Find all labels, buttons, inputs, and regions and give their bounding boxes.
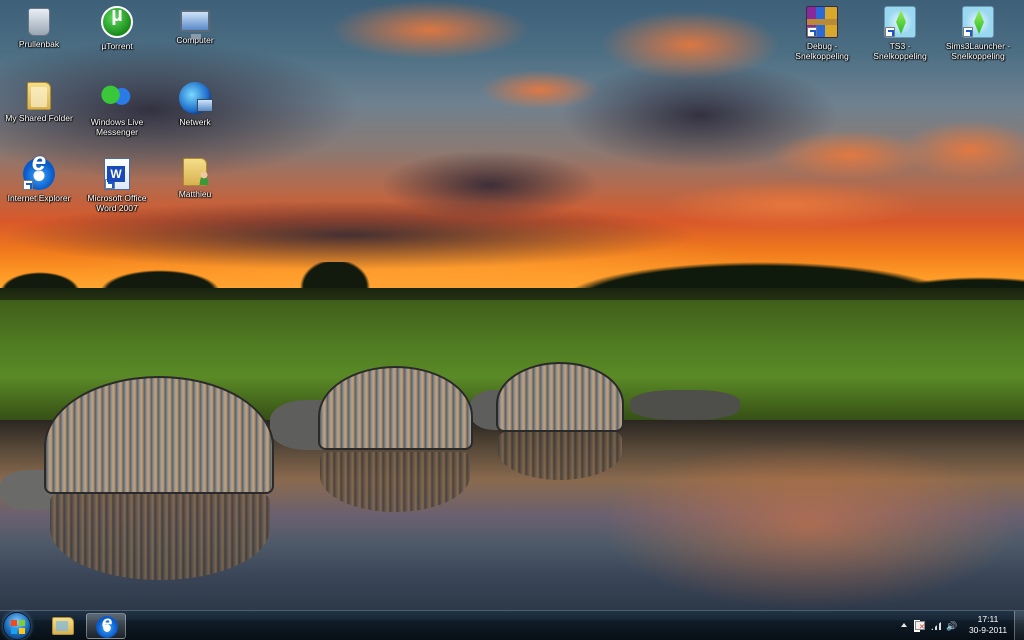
desktop-icon-label: Microsoft Office Word 2007 (87, 193, 147, 213)
desktop-icon-label: µTorrent (101, 41, 133, 51)
taskbar-button-windows-explorer[interactable] (42, 613, 82, 639)
sims-icon (962, 6, 994, 38)
show-desktop-button[interactable] (1014, 611, 1024, 640)
desktop-icon-matthieu[interactable]: Matthieu (157, 158, 233, 199)
clock-time: 17:11 (977, 614, 999, 624)
sims-icon (884, 6, 916, 38)
desktop-icon-label: Windows Live Messenger (90, 117, 144, 137)
desktop-icon-internet-explorer[interactable]: Internet Explorer (1, 156, 77, 203)
desktop-icon-ts3-shortcut[interactable]: TS3 - Snelkoppeling (862, 6, 938, 61)
desktop-icon-label: Sims3Launcher - Snelkoppeling (945, 41, 1011, 61)
winrar-icon (806, 6, 838, 38)
desktop-icon-label: Matthieu (178, 189, 212, 199)
shortcut-arrow-icon (105, 179, 115, 189)
taskbar: 17:11 30-9-2011 (0, 610, 1024, 640)
folder-icon (27, 82, 51, 110)
desktop-icon-my-shared-folder[interactable]: My Shared Folder (1, 82, 77, 123)
desktop-icon-label: Prullenbak (18, 39, 60, 49)
utorrent-icon (101, 6, 133, 38)
user-folder-icon (183, 158, 210, 186)
desktop-icon-utorrent[interactable]: µTorrent (79, 6, 155, 51)
taskbar-button-internet-explorer[interactable] (86, 613, 126, 639)
shortcut-arrow-icon (807, 27, 817, 37)
desktop-icon-label: Netwerk (179, 117, 211, 127)
action-center-flag-icon[interactable] (914, 620, 926, 632)
windows-start-icon (11, 620, 25, 634)
shortcut-arrow-icon (963, 27, 973, 37)
start-button[interactable] (3, 612, 31, 640)
shortcut-arrow-icon (23, 180, 33, 190)
clock[interactable]: 17:11 30-9-2011 (964, 614, 1012, 636)
desktop-icon-debug-shortcut[interactable]: Debug - Snelkoppeling (784, 6, 860, 61)
computer-icon (180, 10, 210, 39)
desktop-icon-sims3launcher-shortcut[interactable]: Sims3Launcher - Snelkoppeling (940, 6, 1016, 61)
messenger-icon (101, 82, 133, 114)
show-hidden-icons-arrow-icon[interactable] (898, 620, 910, 632)
desktop-icon-label: TS3 - Snelkoppeling (873, 41, 927, 61)
internet-explorer-icon (23, 156, 55, 190)
desktop-icon-label: Debug - Snelkoppeling (795, 41, 849, 61)
internet-explorer-icon (96, 613, 118, 638)
network-signal-icon[interactable] (930, 620, 942, 632)
network-icon (179, 82, 213, 114)
desktop-icon-label: My Shared Folder (5, 113, 73, 123)
desktop-icon-computer[interactable]: Computer (157, 6, 233, 45)
clock-date: 30-9-2011 (968, 625, 1008, 635)
desktop-icon-windows-live-messenger[interactable]: Windows Live Messenger (79, 82, 155, 137)
explorer-folder-icon (52, 617, 74, 635)
desktop-icon-word-2007[interactable]: Microsoft Office Word 2007 (79, 158, 155, 213)
desktop-icon-recycle-bin[interactable]: Prullenbak (1, 6, 77, 49)
word-icon (104, 158, 130, 190)
desktop-icon-network[interactable]: Netwerk (157, 82, 233, 127)
volume-icon[interactable] (946, 620, 958, 632)
shortcut-arrow-icon (885, 27, 895, 37)
desktop-icon-label: Internet Explorer (7, 193, 71, 203)
recycle-bin-icon (28, 8, 50, 36)
